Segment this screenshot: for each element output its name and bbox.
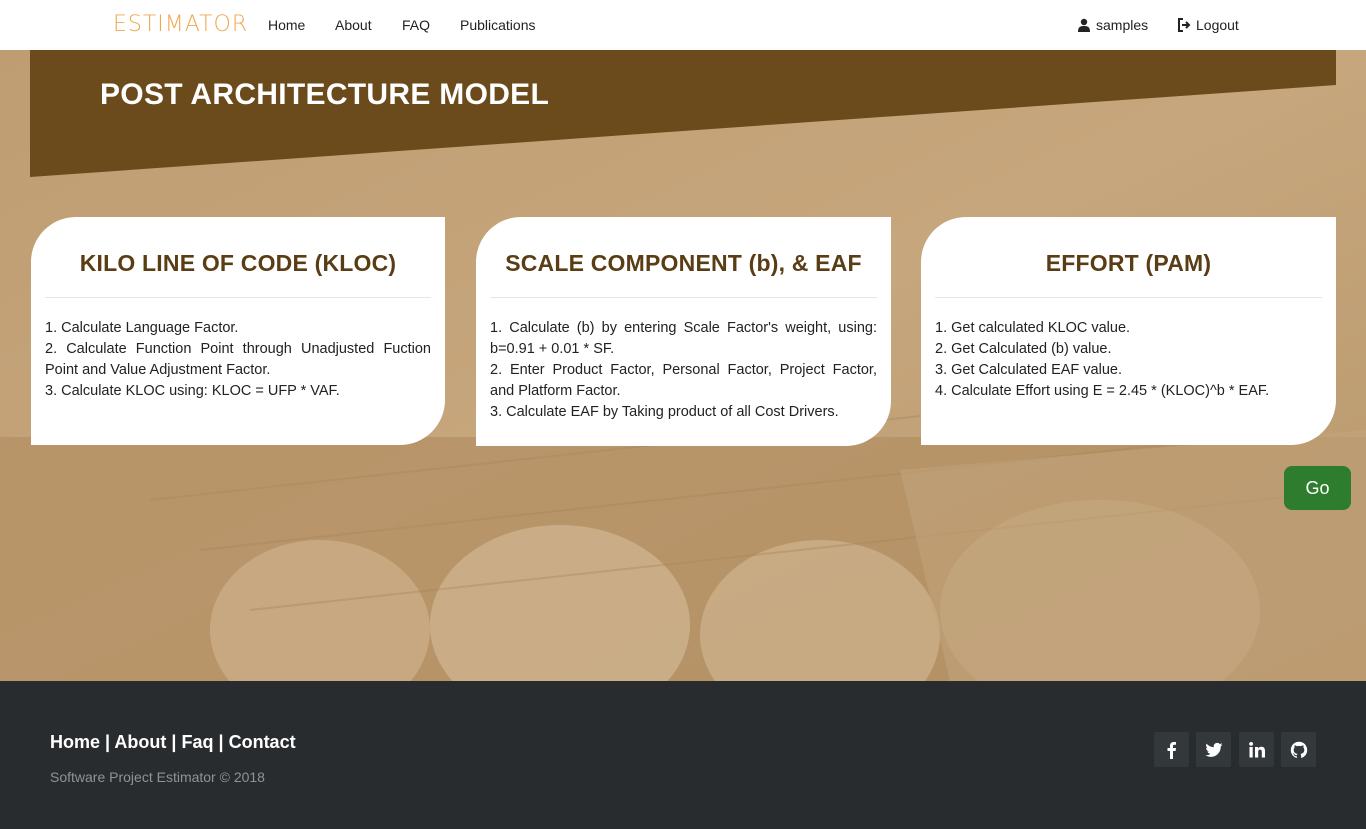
logout-label: Logout <box>1196 17 1239 33</box>
footer-link-contact[interactable]: Contact <box>229 732 296 752</box>
card-kloc: KILO LINE OF CODE (KLOC) 1. Calculate La… <box>31 217 445 445</box>
card-step: 1. Calculate (b) by entering Scale Facto… <box>490 320 877 357</box>
github-button[interactable] <box>1281 732 1316 767</box>
card-step: 3. Get Calculated EAF value. <box>935 362 1122 378</box>
card-title: KILO LINE OF CODE (KLOC) <box>79 250 397 276</box>
footer-separator: | <box>218 732 224 752</box>
facebook-button[interactable] <box>1154 732 1189 767</box>
nav-home[interactable]: Home <box>268 17 305 33</box>
footer-links: Home | About | Faq | Contact <box>50 732 296 753</box>
nav-publications[interactable]: Publications <box>460 17 536 33</box>
footer-link-home[interactable]: Home <box>50 732 100 752</box>
go-button[interactable]: Go <box>1284 466 1351 510</box>
nav-about[interactable]: About <box>335 17 372 33</box>
card-scale-component: SCALE COMPONENT (b), & EAF 1. Calculate … <box>476 217 891 446</box>
page-title: POST ARCHITECTURE MODEL <box>100 78 550 111</box>
card-effort: EFFORT (PAM) 1. Get calculated KLOC valu… <box>921 217 1336 445</box>
facebook-icon <box>1167 741 1176 759</box>
footer-link-faq[interactable]: Faq <box>181 732 213 752</box>
card-step: 1. Calculate Language Factor. <box>45 320 239 336</box>
linkedin-button[interactable] <box>1239 732 1274 767</box>
logout-button[interactable]: Logout <box>1177 17 1239 33</box>
card-step: 1. Get calculated KLOC value. <box>935 320 1131 336</box>
footer-separator: | <box>105 732 111 752</box>
footer: Home | About | Faq | Contact Software Pr… <box>0 681 1366 829</box>
card-step: 3. Calculate KLOC using: KLOC = UFP * VA… <box>45 383 340 399</box>
card-divider <box>490 297 877 298</box>
card-divider <box>935 297 1322 298</box>
card-title: EFFORT (PAM) <box>1045 250 1212 276</box>
card-step: 4. Calculate Effort using E = 2.45 * (KL… <box>935 383 1270 399</box>
username-label: samples <box>1096 17 1149 33</box>
card-step: 2. Enter Product Factor, Personal Factor… <box>490 362 877 399</box>
navbar: ESTIMATOR Home About FAQ Publications sa… <box>0 0 1366 50</box>
twitter-icon <box>1204 742 1222 757</box>
twitter-button[interactable] <box>1196 732 1231 767</box>
user-icon <box>1078 18 1090 32</box>
github-icon <box>1290 741 1307 758</box>
logout-icon <box>1178 18 1191 32</box>
user-menu[interactable]: samples <box>1077 17 1148 33</box>
copyright-text: Software Project Estimator © 2018 <box>50 769 265 785</box>
nav-faq[interactable]: FAQ <box>402 17 430 33</box>
title-banner <box>30 50 1336 177</box>
linkedin-icon <box>1248 741 1265 757</box>
card-step: 2. Calculate Function Point through Unad… <box>45 341 431 378</box>
card-body: 1. Calculate (b) by entering Scale Facto… <box>490 318 877 423</box>
footer-link-about[interactable]: About <box>114 732 166 752</box>
card-divider <box>45 297 431 298</box>
card-body: 1. Calculate Language Factor. 2. Calcula… <box>45 318 431 402</box>
footer-separator: | <box>171 732 177 752</box>
card-step: 3. Calculate EAF by Taking product of al… <box>490 404 839 420</box>
hero-section: POST ARCHITECTURE MODEL KILO LINE OF COD… <box>0 50 1366 681</box>
brand-logo[interactable]: ESTIMATOR <box>113 12 248 37</box>
card-step: 2. Get Calculated (b) value. <box>935 341 1112 357</box>
card-title: SCALE COMPONENT (b), & EAF <box>505 250 862 276</box>
card-body: 1. Get calculated KLOC value. 2. Get Cal… <box>935 318 1322 402</box>
